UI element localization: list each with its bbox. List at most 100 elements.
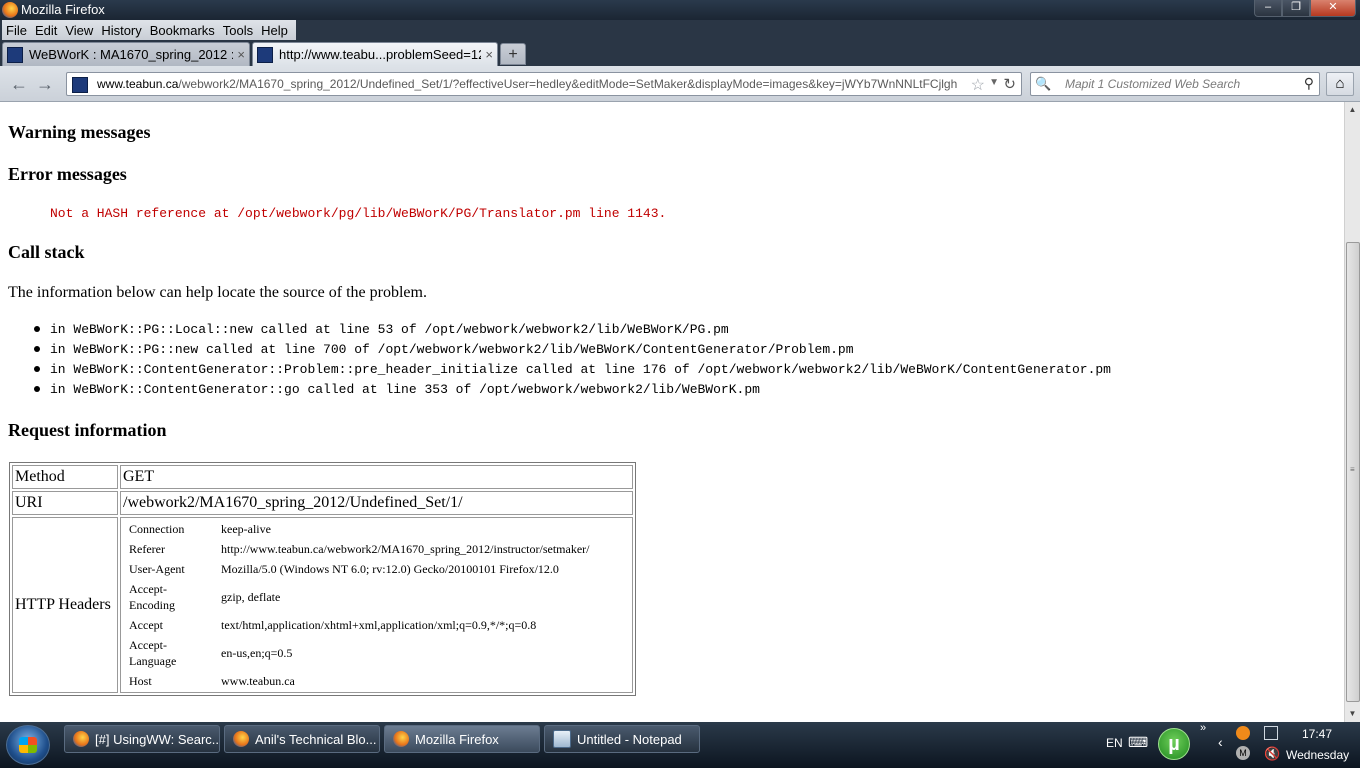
tray-m-icon[interactable]: M [1236, 746, 1250, 760]
search-input[interactable]: Mapit 1 Customized Web Search [1065, 77, 1240, 91]
taskbar-item-label: Untitled - Notepad [577, 731, 682, 747]
uri-value: /webwork2/MA1670_spring_2012/Undefined_S… [120, 491, 633, 515]
menu-bar: File Edit View History Bookmarks Tools H… [0, 20, 1360, 40]
header-value: Mozilla/5.0 (Windows NT 6.0; rv:12.0) Ge… [221, 562, 559, 576]
new-tab-button[interactable]: + [500, 43, 526, 65]
tab-webwork[interactable]: WeBWorK : MA1670_spring_2012 : Ins... × [2, 42, 250, 66]
header-value: text/html,application/xhtml+xml,applicat… [221, 618, 537, 632]
tray-app-icon[interactable] [1236, 726, 1250, 740]
menu-tools[interactable]: Tools [219, 23, 257, 38]
callstack-item: in WeBWorK::PG::new called at line 700 o… [34, 342, 1111, 362]
callstack-intro: The information below can help locate th… [8, 284, 427, 301]
callstack-heading: Call stack [8, 242, 85, 262]
header-value: http://www.teabun.ca/webwork2/MA1670_spr… [221, 542, 590, 556]
table-row: Method GET [12, 465, 633, 489]
url-text[interactable]: www.teabun.ca/webwork2/MA1670_spring_201… [97, 77, 959, 91]
navigation-bar: ← → www.teabun.ca/webwork2/MA1670_spring… [0, 66, 1360, 102]
header-key: Accept [129, 618, 163, 632]
tray-arrow-icon[interactable]: ‹ [1218, 734, 1223, 750]
header-row: Accept text/html,application/xhtml+xml,a… [125, 616, 594, 634]
header-value: gzip, deflate [221, 590, 281, 604]
firefox-icon [73, 731, 89, 747]
menu-edit[interactable]: Edit [31, 23, 61, 38]
callstack-list: in WeBWorK::PG::Local::new called at lin… [34, 322, 1111, 402]
taskbar-item-firefox[interactable]: Mozilla Firefox [384, 725, 540, 753]
home-button[interactable]: ⌂ [1326, 72, 1354, 96]
minimize-button[interactable]: – [1254, 0, 1282, 17]
header-key: Accept-Language [129, 638, 177, 668]
keyboard-icon[interactable]: ⌨ [1128, 734, 1148, 751]
reload-icon[interactable]: ↻ [1003, 75, 1016, 93]
taskbar-item-label: Anil's Technical Blo... [255, 731, 377, 747]
menu-bookmarks[interactable]: Bookmarks [146, 23, 219, 38]
header-key: Accept-Encoding [129, 582, 175, 612]
network-icon[interactable] [1264, 726, 1278, 740]
header-row: Connection keep-alive [125, 520, 594, 538]
search-bar[interactable]: 🔍 Mapit 1 Customized Web Search ⚲ [1030, 72, 1320, 96]
clock-time[interactable]: 17:47 [1302, 727, 1332, 741]
menu-history[interactable]: History [97, 23, 145, 38]
scroll-grip-icon: ≡ [1350, 465, 1355, 474]
tab-problem[interactable]: http://www.teabu...problemSeed=1234 × [252, 42, 498, 66]
start-button[interactable] [6, 725, 50, 765]
header-value: keep-alive [221, 522, 271, 536]
taskbar-item-notepad[interactable]: Untitled - Notepad [544, 725, 700, 753]
volume-muted-icon[interactable]: 🔇 [1264, 746, 1280, 762]
menu-file[interactable]: File [2, 23, 31, 38]
header-value: en-us,en;q=0.5 [221, 646, 293, 660]
window-controls: – ❐ ✕ [1254, 0, 1356, 17]
menu-help[interactable]: Help [257, 23, 292, 38]
taskbar-item-anil-blog[interactable]: Anil's Technical Blo... [224, 725, 380, 753]
taskbar-item-label: [#] UsingWW: Searc... [95, 731, 220, 747]
system-tray: EN ⌨ µ » ‹ M 🔇 17:47 Wednesday [1100, 722, 1360, 768]
menu-view[interactable]: View [61, 23, 97, 38]
header-key: Connection [129, 522, 185, 536]
tab-close-icon[interactable]: × [485, 47, 493, 62]
header-value: www.teabun.ca [221, 674, 295, 688]
header-row: Accept-Encoding gzip, deflate [125, 580, 594, 614]
taskbar-item-label: Mozilla Firefox [415, 731, 499, 747]
site-identity-icon[interactable] [72, 77, 88, 93]
notepad-icon [553, 730, 571, 748]
tab-label: WeBWorK : MA1670_spring_2012 : Ins... [29, 47, 233, 62]
scroll-up-icon[interactable]: ▲ [1345, 102, 1360, 118]
tab-label: http://www.teabu...problemSeed=1234 [279, 47, 482, 62]
search-go-icon[interactable]: ⚲ [1304, 75, 1314, 92]
language-indicator[interactable]: EN [1106, 736, 1123, 750]
headers-label: HTTP Headers [12, 517, 118, 693]
close-button[interactable]: ✕ [1310, 0, 1356, 17]
request-heading: Request information [8, 420, 167, 440]
firefox-logo-icon [2, 2, 18, 18]
window-title: Mozilla Firefox [21, 2, 105, 17]
header-key: Referer [129, 542, 165, 556]
firefox-icon [233, 731, 249, 747]
show-hidden-icons-chevron-icon[interactable]: » [1200, 722, 1206, 734]
search-engine-icon[interactable]: 🔍 [1035, 76, 1051, 92]
method-value: GET [120, 465, 633, 489]
warning-heading: Warning messages [8, 122, 151, 142]
back-arrow-icon[interactable]: ← [10, 74, 28, 95]
tab-bar: WeBWorK : MA1670_spring_2012 : Ins... × … [0, 40, 1360, 66]
request-table: Method GET URI /webwork2/MA1670_spring_2… [9, 462, 636, 696]
taskbar: [#] UsingWW: Searc... Anil's Technical B… [0, 722, 1360, 768]
webwork-favicon-icon [257, 46, 273, 63]
forward-arrow-icon[interactable]: → [36, 74, 54, 95]
bookmark-star-icon[interactable]: ☆ [971, 75, 985, 95]
tab-close-icon[interactable]: × [237, 47, 245, 62]
utorrent-icon[interactable]: µ [1158, 728, 1190, 760]
address-bar[interactable]: www.teabun.ca/webwork2/MA1670_spring_201… [66, 72, 1022, 96]
scroll-down-icon[interactable]: ▼ [1345, 706, 1360, 722]
webwork-favicon-icon [7, 46, 23, 63]
url-dropdown-icon[interactable]: ▼ [989, 77, 999, 88]
error-heading: Error messages [8, 164, 127, 184]
firefox-icon [393, 731, 409, 747]
taskbar-item-usingww[interactable]: [#] UsingWW: Searc... [64, 725, 220, 753]
maximize-button[interactable]: ❐ [1282, 0, 1310, 17]
error-message: Not a HASH reference at /opt/webwork/pg/… [50, 206, 667, 221]
vertical-scrollbar[interactable]: ▲ ≡ ▼ [1344, 102, 1360, 722]
header-row: Host www.teabun.ca [125, 672, 594, 690]
clock-day[interactable]: Wednesday [1286, 748, 1349, 762]
headers-cell: Connection keep-alive Referer http://www… [120, 517, 633, 693]
header-row: User-Agent Mozilla/5.0 (Windows NT 6.0; … [125, 560, 594, 578]
scroll-thumb[interactable]: ≡ [1346, 242, 1360, 702]
